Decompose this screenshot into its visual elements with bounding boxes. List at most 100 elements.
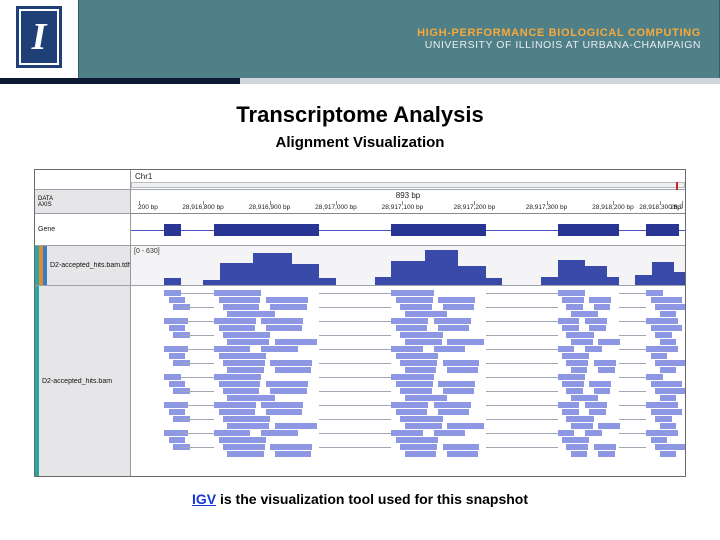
- read: [227, 395, 274, 401]
- read: [400, 332, 442, 338]
- read: [438, 325, 469, 331]
- caption-text: is the visualization tool used for this …: [216, 491, 528, 507]
- read: [270, 304, 306, 310]
- read: [227, 311, 274, 317]
- read: [223, 388, 259, 394]
- splice-line: [486, 335, 558, 336]
- read: [434, 346, 465, 352]
- splice-line: [619, 391, 647, 392]
- splice-line: [486, 349, 558, 350]
- read: [558, 290, 585, 296]
- slide-title: Transcriptome Analysis: [0, 102, 720, 128]
- slide-header: I HIGH-PERFORMANCE BIOLOGICAL COMPUTING …: [0, 0, 720, 78]
- splice-line: [619, 335, 647, 336]
- read: [391, 402, 428, 408]
- read: [566, 444, 588, 450]
- read: [666, 409, 683, 415]
- read: [594, 360, 616, 366]
- splice-line: [619, 307, 647, 308]
- read: [275, 339, 317, 345]
- read: [562, 325, 579, 331]
- splice-line: [619, 377, 647, 378]
- read: [566, 416, 593, 422]
- read: [219, 409, 255, 415]
- read: [589, 381, 611, 387]
- slide-subtitle: Alignment Visualization: [0, 134, 720, 151]
- read: [438, 381, 475, 387]
- tick-label: 28,9: [670, 204, 683, 211]
- read: [261, 430, 297, 436]
- read: [670, 388, 685, 394]
- splice-line: [181, 391, 214, 392]
- locator-marker-icon: [676, 182, 678, 190]
- caption: IGV is the visualization tool used for t…: [0, 491, 720, 507]
- splice-line: [181, 447, 214, 448]
- read: [660, 367, 677, 373]
- splice-line: [319, 363, 391, 364]
- exon-block: [558, 224, 619, 236]
- splice-line: [319, 349, 391, 350]
- igv-right-pane: Chr1 893 bp 200 bp28,916,800 bp28,916,90…: [131, 170, 685, 476]
- splice-line: [319, 377, 391, 378]
- read: [219, 381, 261, 387]
- read: [164, 374, 181, 380]
- read: [443, 360, 480, 366]
- read: [266, 381, 308, 387]
- read: [670, 304, 685, 310]
- splice-line: [319, 419, 391, 420]
- tick-label: 200 bp: [138, 204, 158, 211]
- read: [275, 367, 311, 373]
- reads-track-label: D2-accepted_hits.bam: [39, 378, 130, 385]
- read: [594, 304, 611, 310]
- read: [571, 451, 588, 457]
- read: [661, 430, 678, 436]
- read: [598, 339, 620, 345]
- read: [223, 416, 270, 422]
- read: [655, 416, 672, 422]
- read: [169, 297, 186, 303]
- read: [661, 318, 678, 324]
- coverage-bar: [674, 272, 685, 285]
- splice-line: [319, 391, 391, 392]
- reads-track: [131, 286, 685, 476]
- read: [571, 339, 593, 345]
- read: [566, 332, 593, 338]
- read: [655, 332, 672, 338]
- read: [598, 451, 615, 457]
- gene-track-label: Gene: [35, 226, 55, 233]
- read: [666, 381, 683, 387]
- read: [558, 318, 580, 324]
- read: [589, 297, 611, 303]
- splice-line: [619, 349, 647, 350]
- read: [585, 430, 602, 436]
- tick-label: 28,917,100 bp: [382, 204, 424, 211]
- read: [447, 451, 478, 457]
- read: [598, 367, 615, 373]
- read: [396, 325, 427, 331]
- splice-line: [486, 377, 558, 378]
- read: [400, 360, 437, 366]
- igv-link[interactable]: IGV: [192, 491, 216, 507]
- read: [566, 388, 583, 394]
- splice-line: [319, 321, 391, 322]
- read: [227, 451, 263, 457]
- divider-rule: [0, 78, 720, 84]
- read: [651, 353, 668, 359]
- read: [571, 367, 588, 373]
- read: [661, 402, 678, 408]
- read: [169, 381, 186, 387]
- read: [400, 388, 431, 394]
- read: [396, 381, 433, 387]
- coverage-track-label: D2-accepted_hits.bam.tdf: [47, 262, 130, 269]
- read: [219, 297, 261, 303]
- read: [558, 430, 575, 436]
- read: [558, 374, 585, 380]
- splice-line: [619, 419, 647, 420]
- read: [400, 416, 442, 422]
- read: [660, 339, 677, 345]
- splice-line: [181, 433, 214, 434]
- splice-line: [181, 363, 214, 364]
- read: [660, 311, 677, 317]
- read: [396, 353, 438, 359]
- tick-label: 28,917,200 bp: [454, 204, 496, 211]
